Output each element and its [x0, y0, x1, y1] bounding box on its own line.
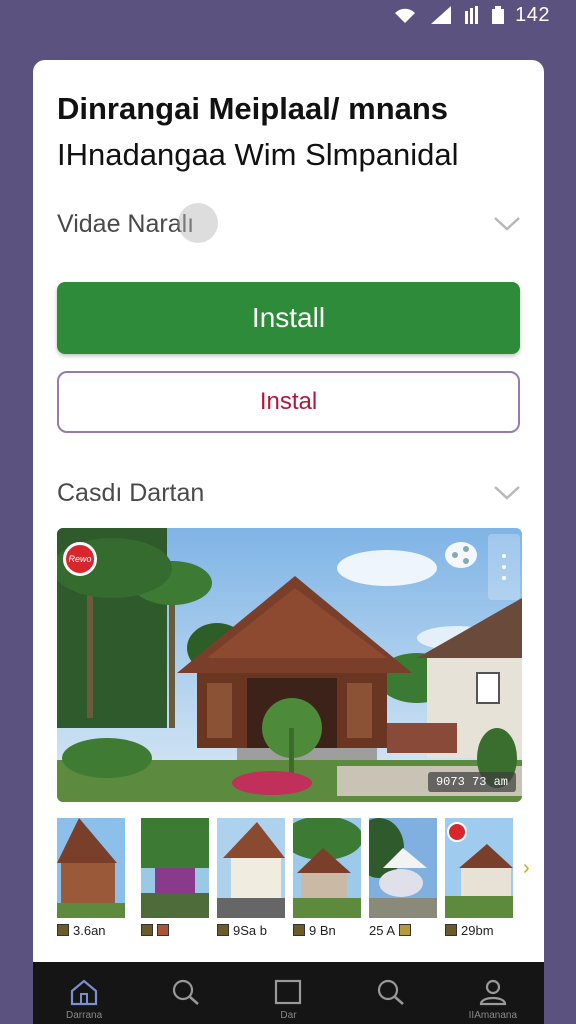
nav-search[interactable] — [146, 978, 226, 1022]
nav-profile[interactable]: IIAmanana — [453, 978, 533, 1022]
nav-home-label: Darrana — [66, 1010, 103, 1021]
nav-library[interactable]: Dar — [248, 978, 328, 1022]
thumbnail-2[interactable] — [141, 818, 209, 918]
nav-profile-label: IIAmanana — [468, 1010, 518, 1021]
chevron-down-icon[interactable] — [493, 485, 521, 501]
chevron-right-icon[interactable]: › — [523, 858, 537, 878]
share-icon[interactable] — [444, 540, 478, 570]
thumbnail-1[interactable] — [57, 818, 125, 918]
thumbnail-1-label: 3.6an — [57, 922, 127, 938]
touch-indicator — [178, 203, 218, 243]
thumbnail-5-label: 25 A — [369, 922, 439, 938]
thumbnail-strip: 3.6an 9Sa b 9 Bn 25 A 29bm › — [57, 818, 537, 938]
section-video[interactable]: Vidae Naralı — [57, 204, 521, 244]
more-options-icon[interactable] — [488, 534, 520, 600]
hero-image[interactable]: Rewo 9073 73 am — [57, 528, 522, 802]
section-video-label: Vidae Naralı — [57, 209, 195, 238]
title-line-1: Dinrangai Meiplaal/ mnans — [57, 91, 449, 126]
thumbnail-4-label: 9 Bn — [293, 922, 363, 938]
app-card: Dinrangai Meiplaal/ mnans IHnadangaa Wim… — [33, 60, 544, 1024]
page-title: Dinrangai Meiplaal/ mnans IHnadangaa Wim… — [57, 86, 527, 178]
search-icon — [377, 979, 404, 1005]
chevron-down-icon[interactable] — [493, 216, 521, 232]
thumbnail-3[interactable] — [217, 818, 285, 918]
nav-library-label: Dar — [280, 1010, 297, 1021]
nav-search-2[interactable] — [351, 978, 431, 1022]
battery-icon — [492, 6, 505, 24]
section-details[interactable]: Casdı Dartan — [57, 473, 521, 513]
sim-icon — [465, 6, 479, 24]
install-secondary-button[interactable]: Instal — [57, 371, 520, 433]
thumbnail-3-label: 9Sa b — [217, 922, 287, 938]
thumbnail-6-label: 29bm — [445, 922, 515, 938]
status-time: 142 — [515, 3, 550, 26]
hero-caption: 9073 73 am — [427, 772, 516, 792]
title-line-2: IHnadangaa Wim Slmpanidal — [57, 137, 459, 172]
bottom-nav: Darrana Dar IIAmanana — [33, 962, 544, 1024]
profile-icon — [479, 979, 506, 1006]
section-details-label: Casdı Dartan — [57, 478, 205, 507]
status-bar: 142 — [0, 0, 576, 30]
hero-badge: Rewo — [63, 542, 97, 576]
search-icon — [173, 979, 200, 1005]
signal-icon — [431, 6, 452, 24]
thumbnail-5[interactable] — [369, 818, 437, 918]
thumbnail-6[interactable] — [445, 818, 513, 918]
thumbnail-2-label — [141, 922, 211, 938]
thumbnail-4[interactable] — [293, 818, 361, 918]
home-icon — [70, 979, 98, 1006]
wifi-icon — [395, 8, 416, 23]
nav-home[interactable]: Darrana — [44, 978, 124, 1022]
square-icon — [275, 979, 302, 1005]
install-button[interactable]: Install — [57, 282, 520, 354]
